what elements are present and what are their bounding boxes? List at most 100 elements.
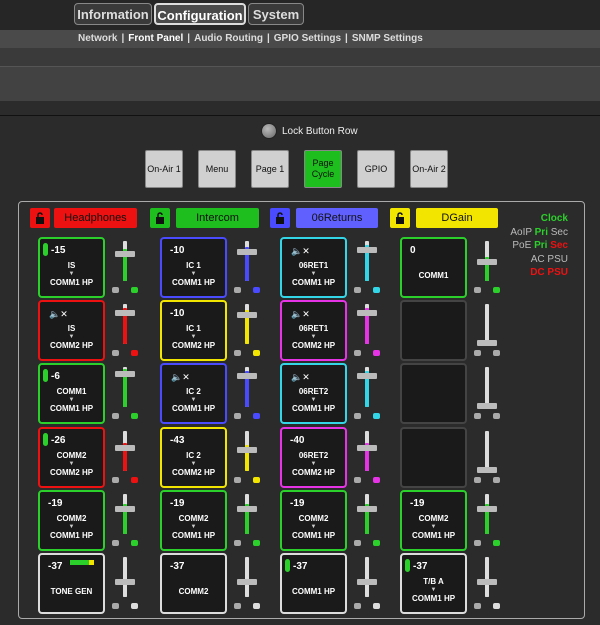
subnav-gpio-settings[interactable]: GPIO Settings <box>274 33 341 44</box>
fader-handle[interactable] <box>357 247 377 253</box>
channel-fader[interactable] <box>234 494 260 555</box>
channel-card[interactable]: -19 COMM2 ▼ COMM1 HP <box>160 490 227 551</box>
destination-name: COMM1 HP <box>171 278 216 287</box>
channel-card[interactable]: -19 COMM2 ▼ COMM1 HP <box>38 490 105 551</box>
channel-fader[interactable] <box>234 557 260 618</box>
channel-fader[interactable] <box>474 431 500 492</box>
fader-handle[interactable] <box>357 579 377 585</box>
channel-card[interactable]: -37 TONE GEN <box>38 553 105 614</box>
group-name[interactable]: DGain <box>416 208 498 228</box>
channel-fader[interactable] <box>234 304 260 365</box>
fader-handle[interactable] <box>237 579 257 585</box>
channel-card[interactable]: -37 T/B A ▼ COMM1 HP <box>400 553 467 614</box>
fader-cap-right <box>131 603 138 609</box>
subnav-snmp-settings[interactable]: SNMP Settings <box>352 33 423 44</box>
page-button-gpio[interactable]: GPIO <box>357 150 395 188</box>
channel-fader[interactable] <box>234 367 260 428</box>
group-name[interactable]: Intercom <box>176 208 259 228</box>
page-button-menu[interactable]: Menu <box>198 150 236 188</box>
subnav-network[interactable]: Network <box>78 33 117 44</box>
tab-system[interactable]: System <box>248 3 304 25</box>
channel-fader[interactable] <box>474 494 500 555</box>
fader-handle[interactable] <box>477 259 497 265</box>
channel-card[interactable]: 🔈✕ IC 2 ▼ COMM1 HP <box>160 363 227 424</box>
channel-fader[interactable] <box>112 557 138 618</box>
fader-handle[interactable] <box>237 249 257 255</box>
page-button-on-air-2[interactable]: On-Air 2 <box>410 150 448 188</box>
empty-channel-slot[interactable] <box>400 363 467 424</box>
channel-card[interactable]: -10 IC 1 ▼ COMM1 HP <box>160 237 227 298</box>
channel-fader[interactable] <box>354 494 380 555</box>
fader-handle[interactable] <box>115 579 135 585</box>
tab-configuration[interactable]: Configuration <box>154 3 246 25</box>
fader-handle[interactable] <box>237 447 257 453</box>
page-button-page-cycle[interactable]: Page Cycle <box>304 150 342 188</box>
fader-handle[interactable] <box>357 310 377 316</box>
fader-handle[interactable] <box>477 579 497 585</box>
fader-handle[interactable] <box>477 340 497 346</box>
group-name[interactable]: Headphones <box>54 208 137 228</box>
channel-card[interactable]: 🔈✕ 06RET2 ▼ COMM1 HP <box>280 363 347 424</box>
channel-card[interactable]: 🔈✕ IS ▼ COMM2 HP <box>38 300 105 361</box>
channel-card[interactable]: 0 COMM1 <box>400 237 467 298</box>
channel-fader[interactable] <box>474 557 500 618</box>
fader-handle[interactable] <box>477 506 497 512</box>
channel-card[interactable]: -43 IC 2 ▼ COMM2 HP <box>160 427 227 488</box>
channel-fader[interactable] <box>354 557 380 618</box>
group-lock-icon[interactable] <box>270 208 290 228</box>
empty-channel-slot[interactable] <box>400 427 467 488</box>
fader-handle[interactable] <box>237 312 257 318</box>
channel-fader[interactable] <box>112 367 138 428</box>
channel-card[interactable]: -37 COMM1 HP <box>280 553 347 614</box>
fader-handle[interactable] <box>357 506 377 512</box>
lock-toggle-icon[interactable] <box>261 123 277 139</box>
source-name: IC 1 <box>186 261 201 270</box>
channel-fader[interactable] <box>474 304 500 365</box>
group-name[interactable]: 06Returns <box>296 208 378 228</box>
channel-fader[interactable] <box>474 241 500 302</box>
empty-channel-slot[interactable] <box>400 300 467 361</box>
channel-fader[interactable] <box>354 241 380 302</box>
fader-track <box>485 431 489 471</box>
channel-fader[interactable] <box>112 304 138 365</box>
fader-handle[interactable] <box>115 251 135 257</box>
channel-card[interactable]: -15 IS ▼ COMM1 HP <box>38 237 105 298</box>
tab-information[interactable]: Information <box>74 3 152 25</box>
fader-handle[interactable] <box>237 506 257 512</box>
channel-card[interactable]: -19 COMM2 ▼ COMM1 HP <box>400 490 467 551</box>
channel-card[interactable]: 🔈✕ 06RET1 ▼ COMM1 HP <box>280 237 347 298</box>
channel-fader[interactable] <box>112 241 138 302</box>
group-lock-icon[interactable] <box>30 208 50 228</box>
fader-handle[interactable] <box>477 467 497 473</box>
channel-card[interactable]: 🔈✕ 06RET1 ▼ COMM2 HP <box>280 300 347 361</box>
fader-handle[interactable] <box>357 445 377 451</box>
fader-handle[interactable] <box>115 445 135 451</box>
subnav-front-panel[interactable]: Front Panel <box>128 33 183 44</box>
lock-button-row[interactable]: Lock Button Row <box>261 123 358 139</box>
channel-card[interactable]: -10 IC 1 ▼ COMM2 HP <box>160 300 227 361</box>
channel-fader[interactable] <box>112 431 138 492</box>
page-button-page-1[interactable]: Page 1 <box>251 150 289 188</box>
fader-handle[interactable] <box>357 373 377 379</box>
channel-fader[interactable] <box>112 494 138 555</box>
fader-handle[interactable] <box>237 373 257 379</box>
fader-handle[interactable] <box>115 310 135 316</box>
page-button-on-air-1[interactable]: On-Air 1 <box>145 150 183 188</box>
channel-fader[interactable] <box>354 304 380 365</box>
channel-fader[interactable] <box>354 367 380 428</box>
subnav-audio-routing[interactable]: Audio Routing <box>194 33 263 44</box>
channel-fader[interactable] <box>474 367 500 428</box>
channel-card[interactable]: -6 COMM1 ▼ COMM1 HP <box>38 363 105 424</box>
fader-handle[interactable] <box>115 371 135 377</box>
group-lock-icon[interactable] <box>150 208 170 228</box>
fader-handle[interactable] <box>115 506 135 512</box>
channel-card[interactable]: -26 COMM2 ▼ COMM2 HP <box>38 427 105 488</box>
group-lock-icon[interactable] <box>390 208 410 228</box>
channel-fader[interactable] <box>354 431 380 492</box>
channel-fader[interactable] <box>234 431 260 492</box>
channel-card[interactable]: -40 06RET2 ▼ COMM2 HP <box>280 427 347 488</box>
channel-card[interactable]: -37 COMM2 <box>160 553 227 614</box>
channel-fader[interactable] <box>234 241 260 302</box>
fader-handle[interactable] <box>477 403 497 409</box>
channel-card[interactable]: -19 COMM2 ▼ COMM1 HP <box>280 490 347 551</box>
